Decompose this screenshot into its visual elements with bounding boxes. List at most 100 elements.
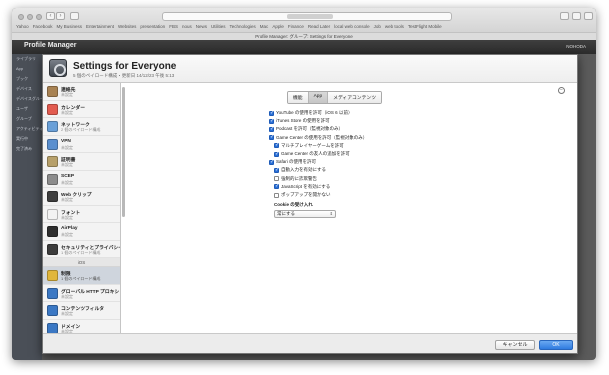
payload-name: VPN [61, 138, 71, 144]
bookmark-item[interactable]: Websites [118, 24, 136, 29]
payload-item[interactable]: VPN 未設定 [43, 136, 120, 153]
payload-item[interactable]: グローバル HTTP プロキシ 未設定 [43, 285, 120, 302]
payload-item[interactable]: ドメイン 未設定 [43, 320, 120, 333]
restriction-option[interactable]: iTunes Store の使用を許可 [269, 118, 330, 124]
payload-list-scrollbar[interactable] [122, 87, 125, 217]
payload-status: 未設定 [61, 144, 73, 150]
app-title: Profile Manager [24, 42, 77, 49]
restriction-option[interactable]: Game Center の使用を許可（監視対象のみ） [269, 134, 367, 141]
restriction-option-label: Game Center の友人の追加を許可 [281, 151, 350, 156]
payload-item[interactable]: 制限 1 個のペイロード構成 [43, 267, 120, 285]
bookmark-item[interactable]: local web console [334, 24, 370, 29]
user-menu[interactable]: NOHODA [566, 44, 586, 49]
sidebar-toggle-icon[interactable] [70, 12, 79, 20]
payload-item[interactable]: ネットワーク 2 個のペイロード構成 [43, 118, 120, 136]
payload-item[interactable]: 証明書 未設定 [43, 153, 120, 171]
new-tab-icon[interactable] [584, 12, 593, 20]
checkbox[interactable] [269, 159, 274, 165]
bookmark-item[interactable]: Entertainment [86, 24, 114, 29]
bookmark-item[interactable]: Mac [260, 24, 269, 29]
checkbox[interactable] [274, 176, 279, 182]
bookmark-item[interactable]: Finance [288, 24, 304, 29]
bookmark-item[interactable]: web tools [385, 24, 404, 29]
restriction-option[interactable]: マルチプレイヤーゲームを許可 [274, 142, 344, 149]
cookie-select-value: 常にする [277, 211, 296, 216]
tab-2[interactable]: メディアコンテンツ [328, 92, 381, 103]
restriction-option[interactable]: JavaScript を有効にする [274, 183, 331, 190]
checkbox[interactable] [274, 142, 279, 149]
restriction-option-label: マルチプレイヤーゲームを許可 [281, 142, 344, 148]
payload-status: 未設定 [61, 311, 73, 316]
ios-section-header: iOS [43, 258, 120, 267]
bookmark-item[interactable]: nous [182, 24, 192, 29]
restriction-option[interactable]: Safari の使用を許可 [269, 159, 316, 165]
payload-status: 1 個のペイロード構成 [61, 276, 101, 281]
collapse-icon[interactable]: − [558, 87, 565, 94]
bookmark-item[interactable]: Utilities [211, 24, 226, 29]
close-window-icon[interactable] [18, 14, 24, 20]
restriction-option-label: JavaScript を有効にする [281, 183, 331, 189]
payload-status: 未設定 [61, 214, 73, 220]
zoom-window-icon[interactable] [36, 14, 42, 20]
tab-1[interactable]: App [308, 92, 329, 103]
payload-item[interactable]: AirPlay 未設定 [43, 223, 120, 241]
settings-sheet: Settings for Everyone 5 個のペイロード構成・更新日 14… [42, 54, 578, 354]
payload-status: 未設定 [61, 162, 73, 167]
payload-item[interactable]: フォント 未設定 [43, 206, 120, 223]
bookmark-item[interactable]: Job [374, 24, 381, 29]
restriction-option[interactable]: YouTube の使用を許可（iOS 6 以前） [269, 110, 352, 116]
checkbox[interactable] [269, 110, 274, 116]
checkbox[interactable] [269, 126, 274, 132]
bookmark-item[interactable]: Facebook [33, 24, 53, 29]
payload-item[interactable]: Web クリップ 未設定 [43, 188, 120, 206]
share-icon[interactable] [560, 12, 569, 20]
payload-status: 未設定 [61, 179, 73, 185]
bookmark-item[interactable]: Apple [272, 24, 284, 29]
vpn-icon [47, 138, 58, 150]
bookmark-item[interactable]: FBS [169, 24, 178, 29]
bookmark-item[interactable]: presentation [140, 24, 165, 29]
restriction-option[interactable]: Game Center の友人の追加を許可 [274, 151, 350, 157]
checkbox[interactable] [274, 151, 279, 157]
background-sidebar-item: 完了済み [16, 146, 32, 151]
payload-item[interactable]: 連絡先 未設定 [43, 83, 120, 101]
address-bar[interactable] [162, 12, 452, 21]
bookmark-item[interactable]: Yahoo [16, 24, 29, 29]
chevron-updown-icon: ⇕ [329, 211, 333, 216]
ok-button[interactable]: OK [539, 340, 573, 350]
restriction-option[interactable]: Podcast を許可（監視対象のみ） [269, 126, 343, 132]
certificate-icon [47, 156, 58, 167]
tab-0[interactable]: 機能 [288, 92, 309, 103]
checkbox[interactable] [274, 167, 279, 173]
checkbox[interactable] [274, 183, 279, 190]
network-icon [47, 121, 58, 132]
checkbox[interactable] [274, 192, 279, 198]
background-sidebar-item: デバイスグループ [16, 96, 42, 101]
restriction-option-label: ポップアップを開かない [281, 192, 331, 197]
checkbox[interactable] [269, 118, 274, 124]
restriction-option[interactable]: ポップアップを開かない [274, 192, 331, 198]
restriction-tabs: 機能 App メディアコンテンツ [287, 91, 382, 104]
bookmark-item[interactable]: Read Later [308, 24, 330, 29]
bookmark-item[interactable]: News [196, 24, 207, 29]
bookmark-item[interactable]: Technologies [230, 24, 256, 29]
browser-toolbar: ‹ › Yahoo Facebook My Business Entertainmen… [12, 8, 596, 40]
minimize-window-icon[interactable] [27, 14, 33, 20]
payload-item[interactable]: セキュリティとプライバシー 1 個のペイロード構成 [43, 241, 120, 258]
payload-item[interactable]: SCEP 未設定 [43, 171, 120, 188]
checkbox[interactable] [269, 134, 274, 141]
forward-arrow-icon[interactable]: › [56, 12, 65, 20]
bookmark-item[interactable]: My Business [56, 24, 82, 29]
tabs-icon[interactable] [572, 12, 581, 20]
page-title-bar: Profile Manager: グループ: Settings for Ever… [12, 32, 596, 40]
back-arrow-icon[interactable]: ‹ [46, 12, 55, 20]
restriction-option[interactable]: 強制的に詐欺警告 [274, 176, 317, 182]
cancel-button[interactable]: キャンセル [495, 340, 535, 350]
bookmarks-bar: Yahoo Facebook My Business Entertainment Web… [16, 24, 442, 29]
payload-item[interactable]: カレンダー 未設定 [43, 101, 120, 118]
cookie-select[interactable]: 常にする ⇕ [274, 210, 336, 218]
payload-item[interactable]: コンテンツフィルタ 未設定 [43, 302, 120, 320]
profile-icon [49, 59, 67, 77]
restriction-option[interactable]: 自動入力を有効にする [274, 167, 326, 173]
bookmark-item[interactable]: TestFlight Mobile [408, 24, 442, 29]
